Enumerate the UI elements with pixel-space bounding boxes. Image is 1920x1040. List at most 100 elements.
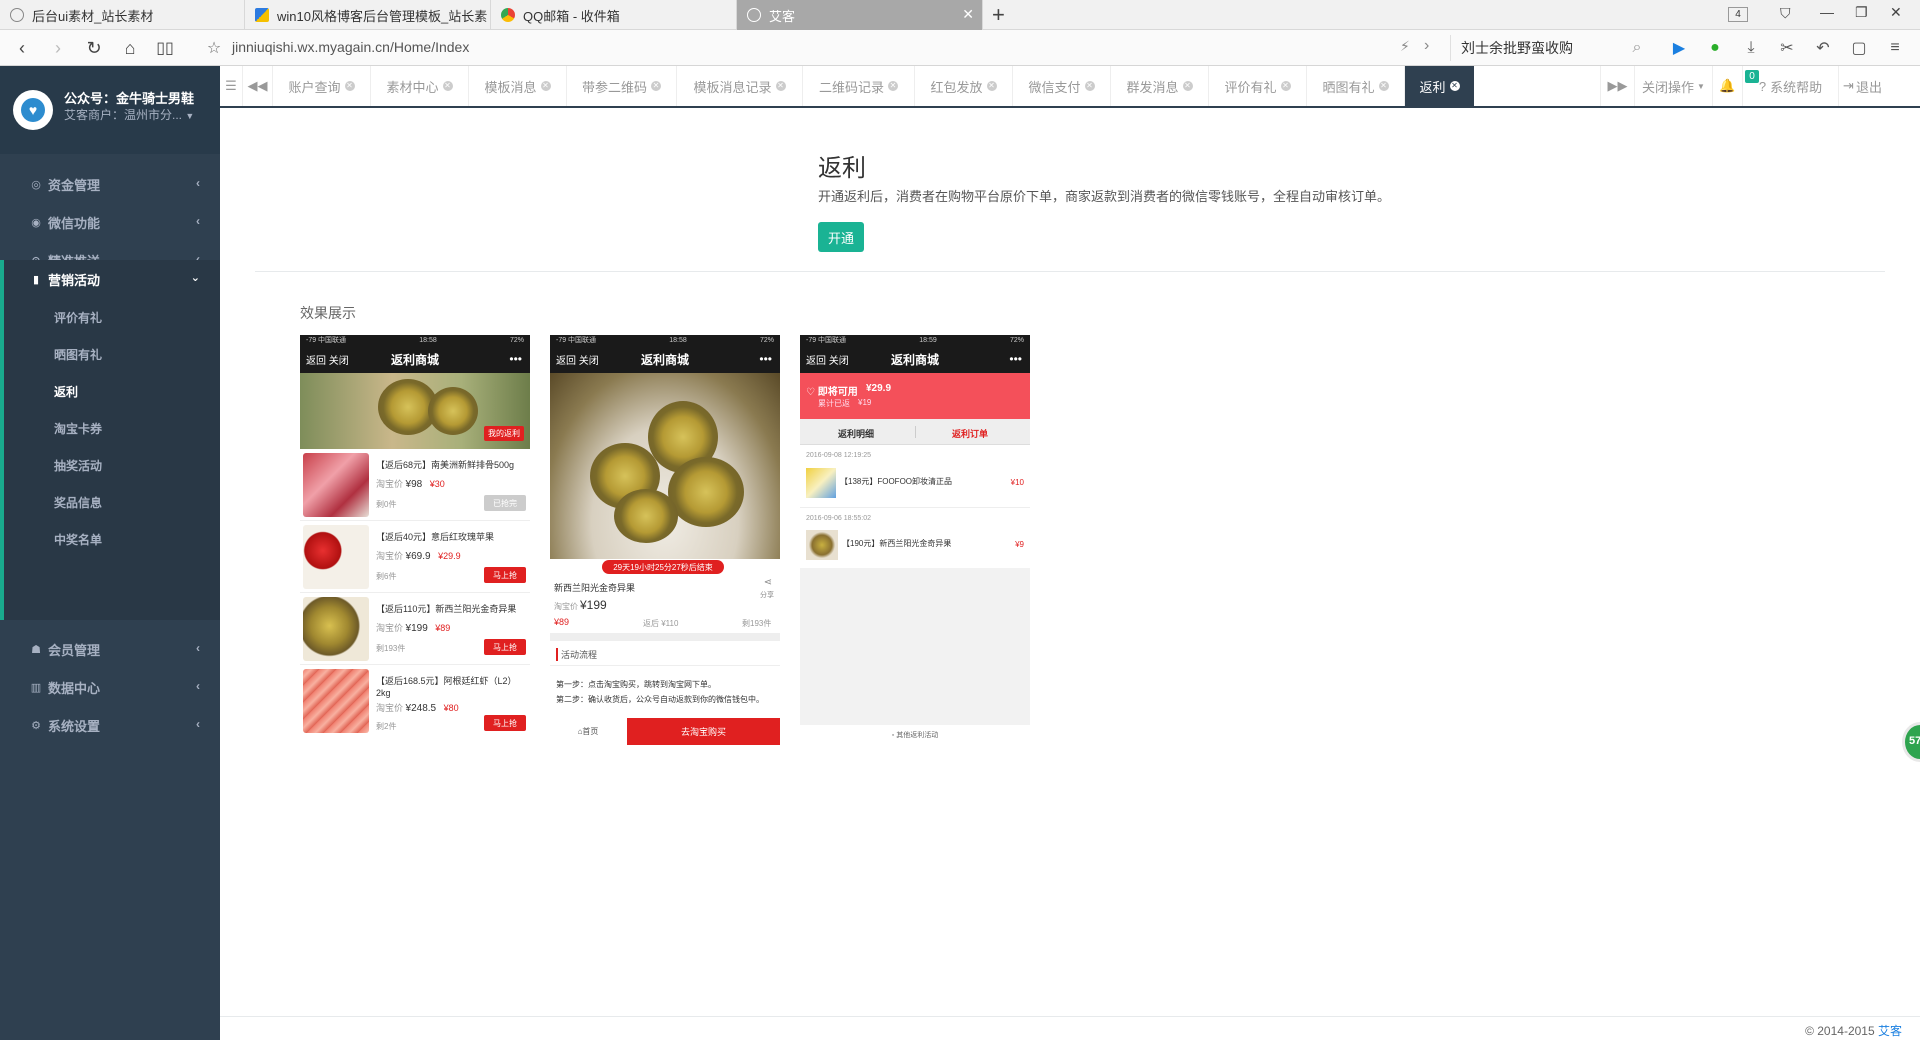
chevron-right-icon[interactable]: › (1424, 37, 1429, 55)
close-tab-icon[interactable]: ✕ (1084, 81, 1095, 91)
avatar[interactable]: ♥ (13, 90, 53, 130)
close-tab-icon[interactable]: ✕ (986, 81, 997, 91)
sidebar-item-data[interactable]: ▥ 数据中心 ‹ (0, 668, 220, 706)
tb-label: 淘宝价 (376, 623, 404, 633)
other-activities-link[interactable]: ▫ 其他返利活动 (800, 725, 1030, 745)
tab-photo-gift[interactable]: 晒图有礼 ✕ (1306, 66, 1404, 106)
new-tab-button[interactable]: + (992, 2, 1005, 28)
tab-qrcode[interactable]: 带参二维码 ✕ (566, 66, 676, 106)
search-icon[interactable]: ⌕ (1626, 37, 1648, 59)
buy-now-button[interactable]: 马上抢 (484, 715, 526, 731)
buy-taobao-button[interactable]: 去淘宝购买 (627, 718, 780, 745)
tab-template-log[interactable]: 模板消息记录 ✕ (676, 66, 802, 106)
reader-icon[interactable]: ▯▯ (153, 36, 177, 60)
bag-icon[interactable]: ▢ (1848, 37, 1870, 59)
submenu-item[interactable]: 奖品信息 (54, 494, 102, 511)
tab-count[interactable]: 4 (1728, 7, 1748, 22)
close-tab-icon[interactable]: ✕ (1280, 81, 1291, 91)
tab-rebate-detail[interactable]: 返利明细 (838, 427, 874, 440)
tab-mass-msg[interactable]: 群发消息 ✕ (1110, 66, 1208, 106)
submenu-item[interactable]: 评价有礼 (54, 309, 102, 326)
share-icon[interactable]: ⋖ (764, 577, 772, 588)
help-icon: ? (1758, 78, 1767, 94)
scissors-icon[interactable]: ✂ (1776, 37, 1798, 59)
tab-account[interactable]: 账户查询 ✕ (272, 66, 370, 106)
brand-link[interactable]: 艾客 (1878, 1024, 1902, 1038)
star-icon[interactable]: ☆ (202, 36, 226, 60)
home-button[interactable]: ⌂ 首页 (550, 718, 626, 745)
buy-now-button[interactable]: 马上抢 (484, 639, 526, 655)
sidebar-item-funds[interactable]: ◎ 资金管理 ‹ (0, 165, 220, 203)
tab-review-gift[interactable]: 评价有礼 ✕ (1208, 66, 1306, 106)
undo-icon[interactable]: ↶ (1812, 37, 1834, 59)
submenu-item[interactable]: 晒图有礼 (54, 346, 102, 363)
play-icon[interactable]: ▶ (1668, 37, 1690, 59)
url-input[interactable]: jinniuqishi.wx.myagain.cn/Home/Index (232, 39, 469, 55)
close-tab-icon[interactable]: ✕ (775, 81, 786, 91)
browser-tab[interactable]: QQ邮箱 - 收件箱 (491, 0, 737, 30)
close-tab-icon[interactable]: ✕ (1378, 81, 1389, 91)
back-icon[interactable]: ‹ (10, 36, 34, 60)
close-tab-icon[interactable]: ✕ (962, 6, 974, 23)
submenu-item[interactable]: 淘宝卡券 (54, 420, 102, 437)
browser-tab[interactable]: win10风格博客后台管理模板_站长素 (245, 0, 491, 30)
close-tab-icon[interactable]: ✕ (442, 81, 453, 91)
order-amount: ¥10 (1010, 478, 1024, 487)
browser-tab[interactable]: 后台ui素材_站长素材 (0, 0, 245, 30)
home-icon[interactable]: ⌂ (118, 36, 142, 60)
product-image (303, 669, 369, 733)
close-ops-dropdown[interactable]: 关闭操作 ▼ (1634, 66, 1712, 106)
bell-icon[interactable]: 🔔 (1712, 66, 1742, 106)
search-input[interactable]: 刘士余批野蛮收购 (1450, 35, 1638, 61)
minimize-button[interactable]: — (1820, 4, 1834, 20)
close-tab-icon[interactable]: ✕ (1449, 81, 1460, 91)
floating-badge[interactable]: 57 (1902, 722, 1920, 762)
restore-button[interactable]: ❐ (1855, 4, 1868, 21)
scroll-left-icon[interactable]: ◀◀ (242, 66, 272, 106)
tab-wxpay[interactable]: 微信支付 ✕ (1012, 66, 1110, 106)
close-tab-icon[interactable]: ✕ (1182, 81, 1193, 91)
copyright: © 2014-2015 艾客 (1805, 1022, 1902, 1039)
tab-label: 素材中心 (386, 79, 439, 95)
sidebar-item-settings[interactable]: ⚙ 系统设置 ‹ (0, 706, 220, 744)
phone-nav-bar: 返回 关闭 返利商城 ••• (800, 345, 1030, 373)
chevron-left-icon: ‹ (196, 176, 200, 190)
scroll-right-icon[interactable]: ▶▶ (1600, 66, 1634, 106)
tab-rebate[interactable]: 返利 ✕ (1404, 66, 1474, 106)
menu-toggle-icon[interactable]: ☰ (220, 66, 242, 106)
submenu-item-active[interactable]: 返利 (54, 383, 78, 400)
tab-redpacket[interactable]: 红包发放 ✕ (914, 66, 1012, 106)
tab-qrcode-log[interactable]: 二维码记录 ✕ (802, 66, 914, 106)
buy-now-button[interactable]: 马上抢 (484, 567, 526, 583)
logout-button[interactable]: ⇥ 退出 (1838, 66, 1886, 106)
users-icon: ☗ (31, 643, 41, 656)
refresh-icon[interactable]: ↻ (82, 36, 106, 60)
sidebar-item-members[interactable]: ☗ 会员管理 ‹ (0, 630, 220, 668)
wechat-icon[interactable]: ● (1704, 37, 1726, 59)
tab-material[interactable]: 素材中心 ✕ (370, 66, 468, 106)
download-icon[interactable]: ⤓ (1740, 37, 1762, 59)
phone-preview-orders: -79 中国联通 18:59 72% 返回 关闭 返利商城 ••• ♡ 即将可用 ¥… (800, 335, 1030, 745)
close-tab-icon[interactable]: ✕ (888, 81, 898, 91)
browser-tab-active[interactable]: 艾客 ✕ (737, 0, 983, 30)
tab-label: 二维码记录 (818, 79, 884, 95)
shirt-icon[interactable]: ⛉ (1780, 5, 1791, 22)
tab-rebate-orders[interactable]: 返利订单 (952, 427, 988, 440)
tab-label: 模板消息 (484, 79, 537, 95)
lightning-icon[interactable]: ⚡ (1400, 38, 1410, 55)
menu-icon[interactable]: ≡ (1884, 37, 1906, 59)
close-tab-icon[interactable]: ✕ (540, 81, 551, 91)
sidebar-item-marketing[interactable]: ▮ 营销活动 ⌄ (0, 260, 220, 298)
shop-name[interactable]: 艾客商户：温州市分... ▼ (64, 106, 194, 123)
submenu-item[interactable]: 抽奖活动 (54, 457, 102, 474)
tab-template[interactable]: 模板消息 ✕ (468, 66, 566, 106)
open-button[interactable]: 开通 (818, 222, 864, 252)
forward-icon[interactable]: › (46, 36, 70, 60)
close-window-button[interactable]: ✕ (1890, 4, 1902, 21)
close-tab-icon[interactable]: ✕ (344, 81, 355, 91)
sidebar-item-wechat[interactable]: ◉ 微信功能 ‹ (0, 203, 220, 241)
tab-label: 微信支付 (1028, 79, 1081, 95)
submenu-item[interactable]: 中奖名单 (54, 531, 102, 548)
product-row: 【返后40元】意后红玫瑰苹果 淘宝价 ¥69.9 ¥29.9 剩6件 马上抢 (300, 521, 530, 593)
close-tab-icon[interactable]: ✕ (651, 81, 661, 91)
